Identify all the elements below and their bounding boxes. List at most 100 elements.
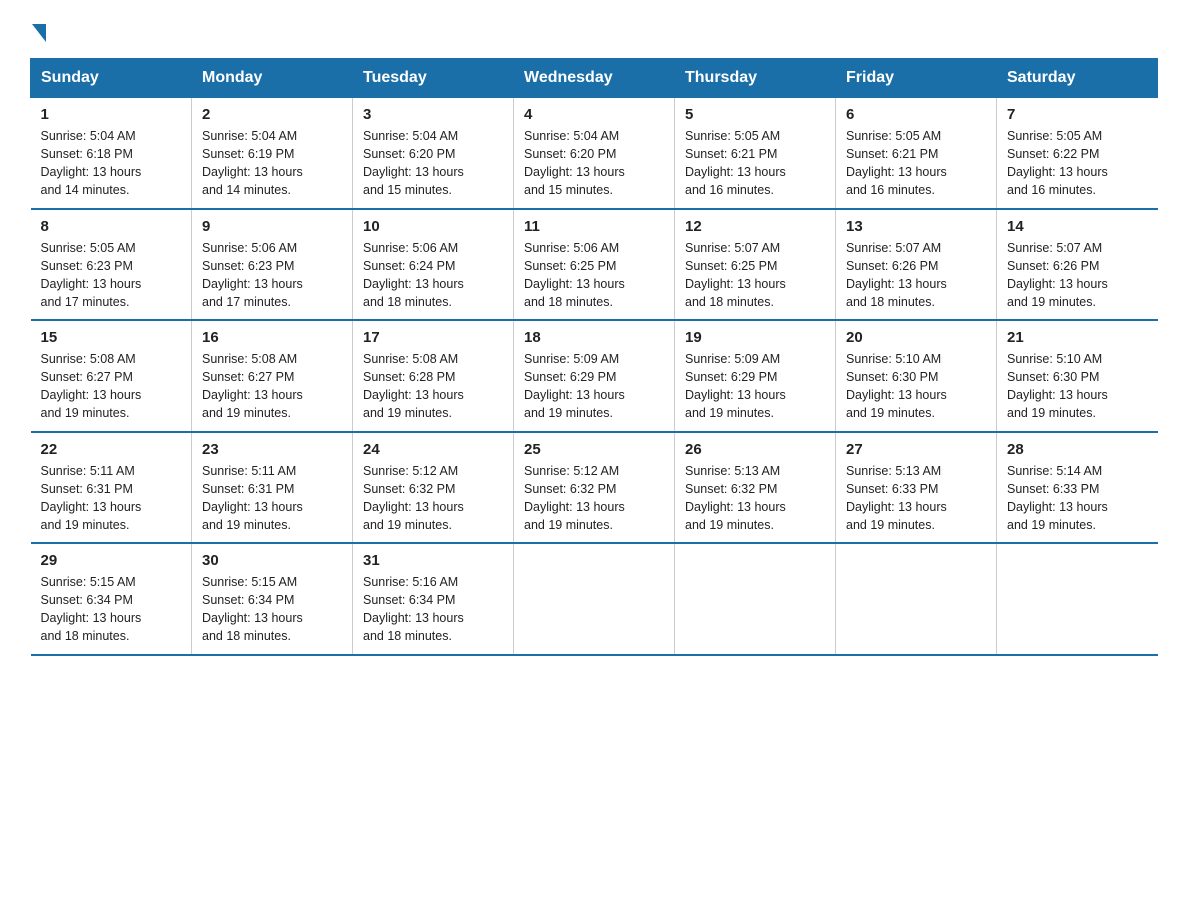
day-info: Sunrise: 5:09 AMSunset: 6:29 PMDaylight:… [524,350,664,423]
day-number: 20 [846,329,986,346]
day-info: Sunrise: 5:10 AMSunset: 6:30 PMDaylight:… [1007,350,1148,423]
calendar-cell: 12 Sunrise: 5:07 AMSunset: 6:25 PMDayligh… [675,209,836,321]
day-info: Sunrise: 5:15 AMSunset: 6:34 PMDaylight:… [41,573,182,646]
day-info: Sunrise: 5:07 AMSunset: 6:26 PMDaylight:… [846,239,986,312]
calendar-cell: 1 Sunrise: 5:04 AMSunset: 6:18 PMDaylight… [31,98,192,209]
calendar-cell: 9 Sunrise: 5:06 AMSunset: 6:23 PMDaylight… [192,209,353,321]
day-info: Sunrise: 5:13 AMSunset: 6:33 PMDaylight:… [846,462,986,535]
day-number: 31 [363,552,503,569]
col-header-monday: Monday [192,59,353,98]
calendar-cell: 30 Sunrise: 5:15 AMSunset: 6:34 PMDayligh… [192,543,353,655]
col-header-friday: Friday [836,59,997,98]
calendar-cell: 10 Sunrise: 5:06 AMSunset: 6:24 PMDayligh… [353,209,514,321]
day-number: 8 [41,218,182,235]
col-header-tuesday: Tuesday [353,59,514,98]
day-number: 3 [363,106,503,123]
day-info: Sunrise: 5:13 AMSunset: 6:32 PMDaylight:… [685,462,825,535]
calendar-week-row: 1 Sunrise: 5:04 AMSunset: 6:18 PMDaylight… [31,98,1158,209]
col-header-wednesday: Wednesday [514,59,675,98]
calendar-cell: 27 Sunrise: 5:13 AMSunset: 6:33 PMDayligh… [836,432,997,544]
calendar-cell: 14 Sunrise: 5:07 AMSunset: 6:26 PMDayligh… [997,209,1158,321]
day-info: Sunrise: 5:05 AMSunset: 6:21 PMDaylight:… [846,127,986,200]
day-info: Sunrise: 5:04 AMSunset: 6:19 PMDaylight:… [202,127,342,200]
calendar-cell: 18 Sunrise: 5:09 AMSunset: 6:29 PMDayligh… [514,320,675,432]
calendar-cell: 31Sunrise: 5:16 AMSunset: 6:34 PMDayligh… [353,543,514,655]
day-info: Sunrise: 5:15 AMSunset: 6:34 PMDaylight:… [202,573,342,646]
calendar-cell: 2 Sunrise: 5:04 AMSunset: 6:19 PMDaylight… [192,98,353,209]
day-number: 9 [202,218,342,235]
day-info: Sunrise: 5:10 AMSunset: 6:30 PMDaylight:… [846,350,986,423]
day-number: 4 [524,106,664,123]
day-info: Sunrise: 5:11 AMSunset: 6:31 PMDaylight:… [202,462,342,535]
calendar-cell [997,543,1158,655]
col-header-thursday: Thursday [675,59,836,98]
day-number: 15 [41,329,182,346]
day-info: Sunrise: 5:09 AMSunset: 6:29 PMDaylight:… [685,350,825,423]
day-number: 10 [363,218,503,235]
day-info: Sunrise: 5:04 AMSunset: 6:18 PMDaylight:… [41,127,182,200]
day-info: Sunrise: 5:04 AMSunset: 6:20 PMDaylight:… [363,127,503,200]
logo [30,20,48,38]
calendar-cell: 8 Sunrise: 5:05 AMSunset: 6:23 PMDaylight… [31,209,192,321]
day-info: Sunrise: 5:12 AMSunset: 6:32 PMDaylight:… [524,462,664,535]
day-number: 6 [846,106,986,123]
calendar-cell [675,543,836,655]
day-number: 30 [202,552,342,569]
calendar-week-row: 15 Sunrise: 5:08 AMSunset: 6:27 PMDayligh… [31,320,1158,432]
day-info: Sunrise: 5:04 AMSunset: 6:20 PMDaylight:… [524,127,664,200]
calendar-cell: 7 Sunrise: 5:05 AMSunset: 6:22 PMDaylight… [997,98,1158,209]
day-info: Sunrise: 5:05 AMSunset: 6:23 PMDaylight:… [41,239,182,312]
day-number: 16 [202,329,342,346]
calendar-week-row: 8 Sunrise: 5:05 AMSunset: 6:23 PMDaylight… [31,209,1158,321]
calendar-cell: 17Sunrise: 5:08 AMSunset: 6:28 PMDayligh… [353,320,514,432]
calendar-cell: 15Sunrise: 5:08 AMSunset: 6:27 PMDayligh… [31,320,192,432]
day-number: 2 [202,106,342,123]
day-number: 24 [363,441,503,458]
day-info: Sunrise: 5:07 AMSunset: 6:25 PMDaylight:… [685,239,825,312]
calendar-cell: 25 Sunrise: 5:12 AMSunset: 6:32 PMDayligh… [514,432,675,544]
calendar-cell: 22Sunrise: 5:11 AMSunset: 6:31 PMDayligh… [31,432,192,544]
calendar-cell: 6 Sunrise: 5:05 AMSunset: 6:21 PMDaylight… [836,98,997,209]
calendar-cell [514,543,675,655]
day-number: 25 [524,441,664,458]
calendar-cell: 24 Sunrise: 5:12 AMSunset: 6:32 PMDayligh… [353,432,514,544]
day-number: 28 [1007,441,1148,458]
calendar-cell: 3 Sunrise: 5:04 AMSunset: 6:20 PMDaylight… [353,98,514,209]
day-info: Sunrise: 5:12 AMSunset: 6:32 PMDaylight:… [363,462,503,535]
calendar-cell: 21 Sunrise: 5:10 AMSunset: 6:30 PMDayligh… [997,320,1158,432]
calendar-cell: 5 Sunrise: 5:05 AMSunset: 6:21 PMDaylight… [675,98,836,209]
calendar-cell: 28 Sunrise: 5:14 AMSunset: 6:33 PMDayligh… [997,432,1158,544]
calendar-header-row: SundayMondayTuesdayWednesdayThursdayFrid… [31,59,1158,98]
day-number: 26 [685,441,825,458]
calendar-cell: 26 Sunrise: 5:13 AMSunset: 6:32 PMDayligh… [675,432,836,544]
logo-arrow-icon [32,24,46,42]
col-header-sunday: Sunday [31,59,192,98]
calendar-cell: 11Sunrise: 5:06 AMSunset: 6:25 PMDayligh… [514,209,675,321]
calendar-cell: 29Sunrise: 5:15 AMSunset: 6:34 PMDayligh… [31,543,192,655]
calendar-week-row: 22Sunrise: 5:11 AMSunset: 6:31 PMDayligh… [31,432,1158,544]
calendar-week-row: 29Sunrise: 5:15 AMSunset: 6:34 PMDayligh… [31,543,1158,655]
calendar-cell [836,543,997,655]
calendar-table: SundayMondayTuesdayWednesdayThursdayFrid… [30,58,1158,656]
calendar-cell: 20 Sunrise: 5:10 AMSunset: 6:30 PMDayligh… [836,320,997,432]
day-info: Sunrise: 5:14 AMSunset: 6:33 PMDaylight:… [1007,462,1148,535]
day-number: 19 [685,329,825,346]
day-info: Sunrise: 5:05 AMSunset: 6:21 PMDaylight:… [685,127,825,200]
day-number: 1 [41,106,182,123]
day-number: 18 [524,329,664,346]
day-info: Sunrise: 5:06 AMSunset: 6:23 PMDaylight:… [202,239,342,312]
day-number: 5 [685,106,825,123]
day-info: Sunrise: 5:06 AMSunset: 6:24 PMDaylight:… [363,239,503,312]
day-info: Sunrise: 5:07 AMSunset: 6:26 PMDaylight:… [1007,239,1148,312]
day-info: Sunrise: 5:08 AMSunset: 6:27 PMDaylight:… [202,350,342,423]
day-number: 27 [846,441,986,458]
day-number: 21 [1007,329,1148,346]
day-number: 12 [685,218,825,235]
calendar-cell: 23Sunrise: 5:11 AMSunset: 6:31 PMDayligh… [192,432,353,544]
col-header-saturday: Saturday [997,59,1158,98]
day-number: 7 [1007,106,1148,123]
day-number: 14 [1007,218,1148,235]
page-header [30,20,1158,38]
day-info: Sunrise: 5:05 AMSunset: 6:22 PMDaylight:… [1007,127,1148,200]
calendar-cell: 13Sunrise: 5:07 AMSunset: 6:26 PMDayligh… [836,209,997,321]
